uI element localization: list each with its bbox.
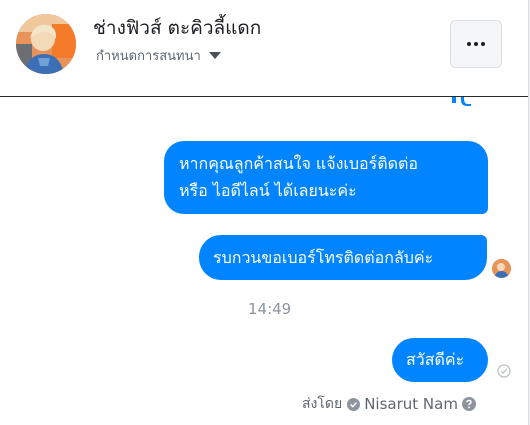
- check-circle-icon: [347, 397, 361, 411]
- contact-name[interactable]: ช่างฟิวส์ ตะคิวลี้แดก: [93, 13, 261, 43]
- sent-by-label: ส่งโดย: [302, 396, 343, 412]
- more-options-button[interactable]: [450, 20, 502, 68]
- more-dots-icon: [481, 42, 485, 46]
- more-dots-icon: [474, 42, 478, 46]
- conversation-header: ช่างฟิวส์ ตะคิวลี้แดก กำหนดการสนทนา: [0, 0, 528, 97]
- chat-panel: ช่างฟิวส์ ตะคิวลี้แดก กำหนดการสนทนา หากค…: [0, 0, 529, 425]
- message-bubble[interactable]: รบกวนขอเบอร์โทรติดต่อกลับค่ะ: [199, 235, 487, 280]
- caret-down-icon: [208, 51, 221, 59]
- message-bubble[interactable]: หากคุณลูกค้าสนใจ แจ้งเบอร์ติดต่อ หรือ ไอ…: [164, 141, 488, 214]
- profile-photo-icon: [492, 259, 511, 278]
- message-line: หากคุณลูกค้าสนใจ แจ้งเบอร์ติดต่อ: [179, 154, 419, 173]
- cropped-emoji-icon: [452, 97, 471, 106]
- profile-photo-icon: [16, 14, 76, 74]
- message-line: หรือ ไอดีไลน์ ได้เลยนะค่ะ: [179, 181, 357, 200]
- message-timestamp: 14:49: [248, 300, 292, 318]
- sent-check-icon: [497, 364, 511, 378]
- read-receipt-avatar: [492, 259, 511, 278]
- contact-avatar[interactable]: [16, 14, 76, 74]
- sender-name[interactable]: Nisarut Nam: [364, 395, 458, 413]
- more-dots-icon: [467, 42, 471, 46]
- conversation-settings-dropdown[interactable]: กำหนดการสนทนา: [96, 45, 221, 65]
- conversation-settings-label: กำหนดการสนทนา: [96, 48, 201, 64]
- help-icon[interactable]: [461, 397, 476, 411]
- message-bubble[interactable]: สวัสดีค่ะ: [392, 338, 488, 382]
- sent-by-row: ส่งโดย Nisarut Nam: [302, 395, 476, 413]
